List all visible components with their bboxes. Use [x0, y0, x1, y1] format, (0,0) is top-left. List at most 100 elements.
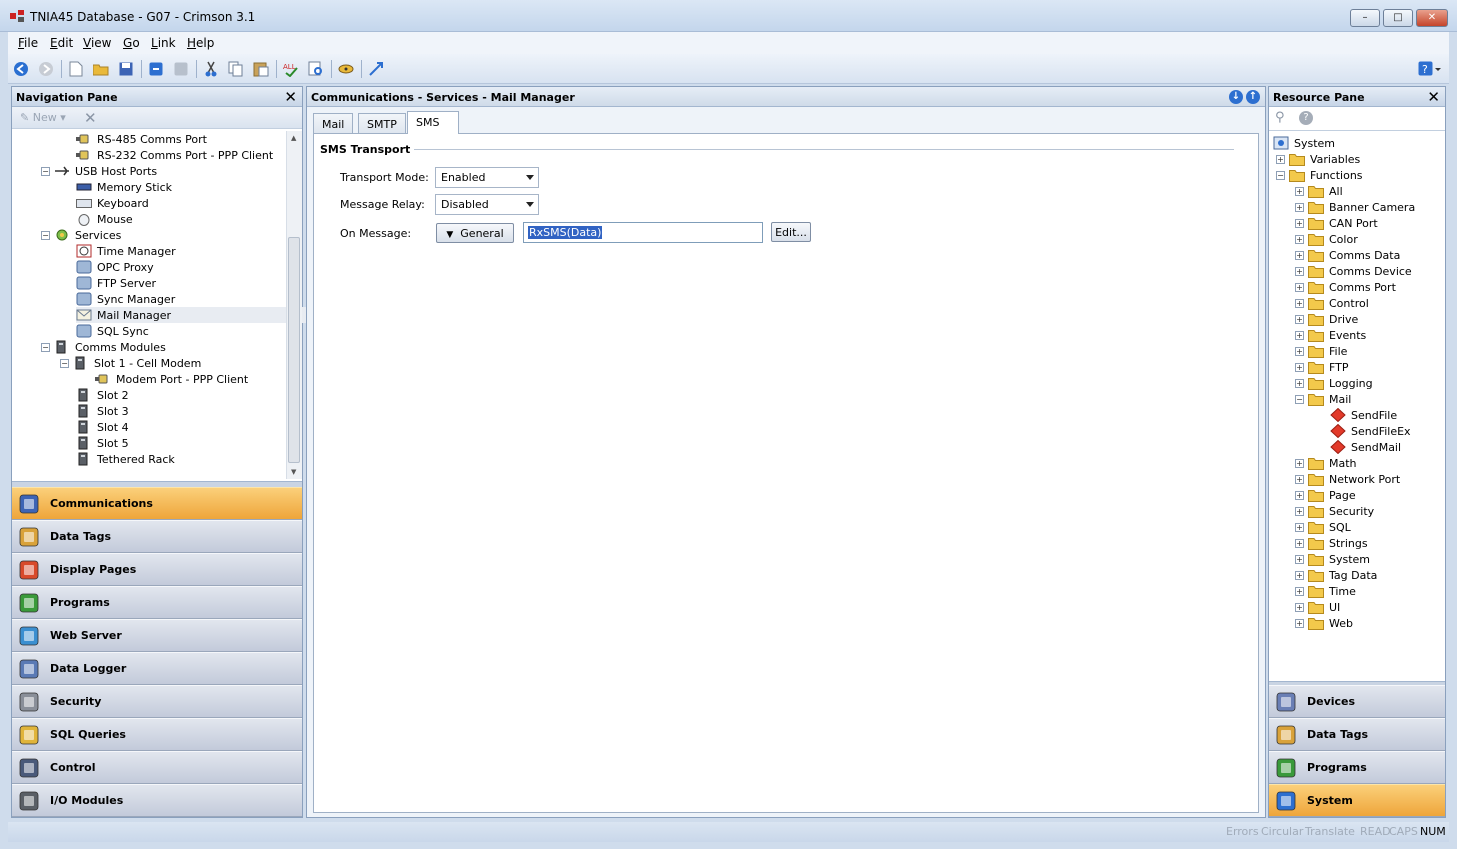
res-tree-item[interactable]: + Comms Data	[1295, 247, 1402, 263]
nav-tree-item[interactable]: Slot 5	[76, 435, 131, 451]
nav-tree-item[interactable]: SQL Sync	[76, 323, 151, 339]
nav-button-communications[interactable]: Communications	[12, 487, 302, 520]
new-file-icon[interactable]	[68, 61, 84, 77]
res-tree-item[interactable]: + All	[1295, 183, 1345, 199]
collapse-icon[interactable]: −	[1295, 394, 1304, 404]
menu-link[interactable]: Link	[151, 36, 176, 50]
menu-view[interactable]: View	[83, 36, 111, 50]
message-relay-select[interactable]: Disabled	[435, 194, 539, 215]
nav-tree-item[interactable]: − USB Host Ports	[41, 163, 159, 179]
res-tree-item[interactable]: + File	[1295, 343, 1349, 359]
res-tree-item[interactable]: + Banner Camera	[1295, 199, 1417, 215]
expand-icon[interactable]: +	[1295, 330, 1304, 340]
help-icon[interactable]: ?	[1299, 111, 1313, 125]
nav-button-web-server[interactable]: Web Server	[12, 619, 302, 652]
expand-icon[interactable]: +	[1295, 570, 1304, 580]
res-button-devices[interactable]: Devices	[1269, 685, 1445, 718]
back-icon[interactable]	[13, 61, 29, 77]
res-tree-item[interactable]: + FTP	[1295, 359, 1351, 375]
res-tree-item[interactable]: + Network Port	[1295, 471, 1402, 487]
undo-icon[interactable]	[148, 61, 164, 77]
expand-icon[interactable]: +	[1295, 378, 1304, 388]
maximize-button[interactable]: □	[1383, 9, 1413, 27]
expand-icon[interactable]: +	[1295, 474, 1304, 484]
nav-tree-item[interactable]: Tethered Rack	[76, 451, 177, 467]
expand-icon[interactable]: +	[1295, 266, 1304, 276]
res-tree-item[interactable]: SendFile	[1330, 407, 1399, 423]
cut-icon[interactable]	[203, 61, 219, 77]
close-button[interactable]: ✕	[1416, 9, 1448, 27]
nav-tree-item[interactable]: RS-485 Comms Port	[76, 131, 209, 147]
res-tree-item[interactable]: + Security	[1295, 503, 1376, 519]
collapse-icon[interactable]: −	[41, 342, 50, 352]
res-button-data-tags[interactable]: Data Tags	[1269, 718, 1445, 751]
nav-button-security[interactable]: Security	[12, 685, 302, 718]
expand-icon[interactable]: +	[1295, 538, 1304, 548]
res-tree-item[interactable]: + Variables	[1276, 151, 1362, 167]
res-tree-item[interactable]: + Control	[1295, 295, 1371, 311]
send-icon[interactable]	[368, 61, 384, 77]
previous-icon[interactable]: ↑	[1246, 90, 1260, 104]
copy-icon[interactable]	[228, 61, 244, 77]
res-tree-item[interactable]: + Strings	[1295, 535, 1370, 551]
nav-tree-item[interactable]: Time Manager	[76, 243, 178, 259]
expand-icon[interactable]: +	[1295, 602, 1304, 612]
expand-icon[interactable]: +	[1295, 458, 1304, 468]
res-tree-item[interactable]: + Time	[1295, 583, 1358, 599]
expand-icon[interactable]: +	[1295, 346, 1304, 356]
nav-tree-item[interactable]: Sync Manager	[76, 291, 177, 307]
expand-icon[interactable]: +	[1295, 186, 1304, 196]
close-pane-icon[interactable]: ✕	[284, 88, 297, 106]
find-icon[interactable]	[308, 61, 324, 77]
nav-button-data-tags[interactable]: Data Tags	[12, 520, 302, 553]
res-tree-item[interactable]: + Comms Port	[1295, 279, 1398, 295]
redo-icon[interactable]	[173, 61, 189, 77]
res-tree-item[interactable]: + Comms Device	[1295, 263, 1414, 279]
navigation-scrollbar[interactable]: ▲ ▼	[286, 131, 302, 479]
tab-smtp[interactable]: SMTP	[358, 113, 406, 133]
res-tree-item[interactable]: + Tag Data	[1295, 567, 1379, 583]
nav-button-programs[interactable]: Programs	[12, 586, 302, 619]
minimize-button[interactable]: –	[1350, 9, 1380, 27]
expand-icon[interactable]: +	[1295, 506, 1304, 516]
save-icon[interactable]	[118, 61, 134, 77]
res-tree-item[interactable]: + Drive	[1295, 311, 1360, 327]
menu-edit[interactable]: Edit	[50, 36, 73, 50]
res-tree-item[interactable]: + CAN Port	[1295, 215, 1380, 231]
collapse-icon[interactable]: −	[41, 166, 50, 176]
nav-button-data-logger[interactable]: Data Logger	[12, 652, 302, 685]
link-icon[interactable]	[338, 61, 354, 77]
new-button[interactable]: ✎ New ▾	[20, 111, 66, 124]
res-button-system[interactable]: System	[1269, 784, 1445, 817]
forward-icon[interactable]	[38, 61, 54, 77]
collapse-icon[interactable]: −	[60, 358, 69, 368]
expand-icon[interactable]: +	[1295, 282, 1304, 292]
edit-button[interactable]: Edit...	[771, 222, 811, 242]
expand-icon[interactable]: +	[1295, 618, 1304, 628]
res-tree-item[interactable]: System	[1273, 135, 1337, 151]
nav-tree-item[interactable]: − Services	[41, 227, 123, 243]
nav-tree-item[interactable]: Memory Stick	[76, 179, 174, 195]
expand-icon[interactable]: +	[1295, 202, 1304, 212]
nav-tree-item[interactable]: RS-232 Comms Port - PPP Client	[76, 147, 275, 163]
expand-icon[interactable]: +	[1295, 218, 1304, 228]
delete-icon[interactable]: ✕	[84, 109, 97, 127]
res-tree-item[interactable]: SendMail	[1330, 439, 1403, 455]
spell-check-icon[interactable]: ALL	[283, 61, 299, 77]
nav-tree-item[interactable]: Slot 3	[76, 403, 131, 419]
res-tree-item[interactable]: + SQL	[1295, 519, 1353, 535]
res-tree-item[interactable]: SendFileEx	[1330, 423, 1413, 439]
expand-icon[interactable]: +	[1295, 362, 1304, 372]
menu-go[interactable]: Go	[123, 36, 140, 50]
nav-button-control[interactable]: Control	[12, 751, 302, 784]
res-tree-item[interactable]: + Web	[1295, 615, 1355, 631]
collapse-icon[interactable]: −	[1276, 170, 1285, 180]
nav-tree-item[interactable]: − Slot 1 - Cell Modem	[60, 355, 203, 371]
expand-icon[interactable]: +	[1295, 490, 1304, 500]
expand-icon[interactable]: +	[1295, 586, 1304, 596]
expand-icon[interactable]: +	[1295, 234, 1304, 244]
res-tree-item[interactable]: + Math	[1295, 455, 1359, 471]
res-tree-item[interactable]: + Color	[1295, 231, 1360, 247]
nav-tree-item[interactable]: Mouse	[76, 211, 135, 227]
nav-button-display-pages[interactable]: Display Pages	[12, 553, 302, 586]
